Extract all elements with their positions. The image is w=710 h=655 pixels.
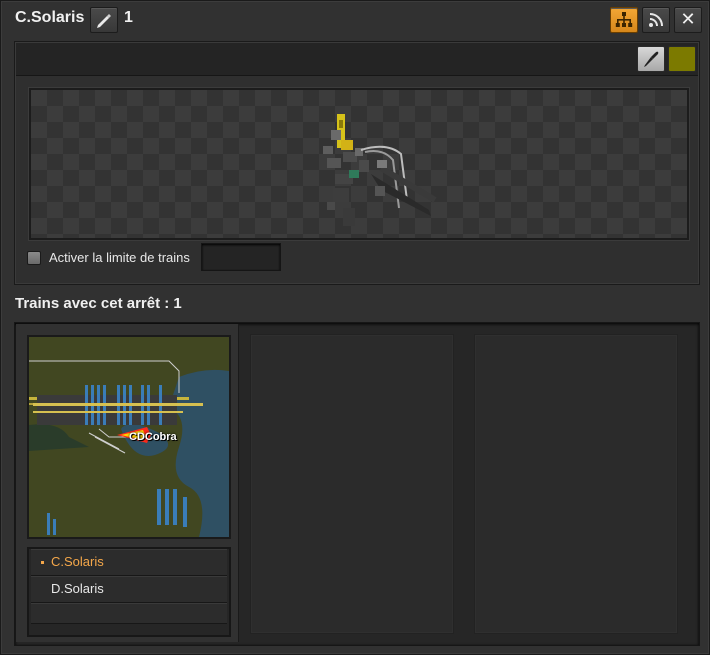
window-title: C.Solaris: [15, 9, 85, 26]
schedule-station-current[interactable]: C.Solaris: [31, 549, 227, 576]
train-limit-label: Activer la limite de trains: [49, 250, 190, 265]
train-limit-checkbox[interactable]: [27, 251, 41, 265]
empty-train-slot: [250, 334, 454, 634]
schedule-empty-row: [31, 603, 227, 624]
frame-toolbar: [16, 43, 698, 76]
stop-count: 1: [124, 9, 133, 26]
station-color-swatch[interactable]: [668, 46, 696, 72]
train-limit-input[interactable]: [201, 243, 281, 271]
close-icon: ✕: [680, 9, 696, 29]
entity-preview[interactable]: [29, 88, 689, 240]
eyedropper-icon: [644, 51, 659, 67]
train-minimap[interactable]: CDCobra: [27, 335, 231, 539]
wireless-signal-icon: [649, 13, 663, 27]
schedule-station-name: C.Solaris: [51, 554, 104, 569]
current-station-marker-icon: [41, 561, 44, 564]
title-bar[interactable]: C.Solaris 1 ✕: [1, 1, 709, 37]
station-frame: Activer la limite de trains: [14, 41, 700, 285]
map-view-button[interactable]: [610, 7, 638, 33]
train-card[interactable]: CDCobra C.Solaris D.Solaris: [16, 324, 239, 642]
train-schedule-list: C.Solaris D.Solaris: [27, 547, 231, 637]
rename-button[interactable]: [90, 7, 118, 33]
color-picker-button[interactable]: [637, 46, 665, 72]
close-button[interactable]: ✕: [674, 7, 702, 33]
trains-heading: Trains avec cet arrêt : 1: [15, 295, 182, 312]
schedule-station-name: D.Solaris: [51, 581, 104, 596]
train-name-label: CDCobra: [129, 431, 177, 443]
empty-train-slot: [474, 334, 678, 634]
train-stop-window: C.Solaris 1 ✕ Activer la limite de train…: [0, 0, 710, 655]
train-stop-preview-image: [323, 114, 437, 226]
trains-list: CDCobra C.Solaris D.Solaris: [14, 322, 700, 646]
pencil-icon: [97, 14, 111, 28]
network-icon: [615, 12, 633, 27]
circuit-network-button[interactable]: [642, 7, 670, 33]
schedule-station[interactable]: D.Solaris: [31, 576, 227, 603]
